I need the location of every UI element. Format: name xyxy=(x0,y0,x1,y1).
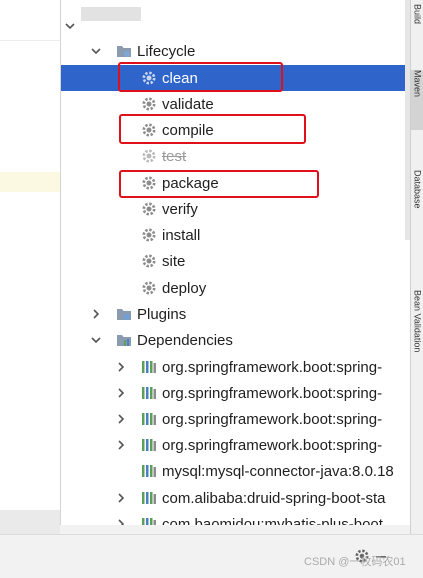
dependency-label: com.alibaba:druid-spring-boot-sta xyxy=(162,489,386,507)
dependency-label: org.springframework.boot:spring- xyxy=(162,358,383,376)
chevron-down-icon[interactable] xyxy=(89,44,103,58)
dependency-row[interactable]: org.springframework.boot:spring- xyxy=(61,432,410,458)
chevron-right-icon[interactable] xyxy=(114,412,128,426)
blurred-project-name xyxy=(81,7,141,21)
chevron-down-icon[interactable] xyxy=(63,19,77,33)
library-icon xyxy=(141,437,157,453)
dependency-row[interactable]: com.alibaba:druid-spring-boot-sta xyxy=(61,485,410,511)
side-tab-maven[interactable]: Maven xyxy=(411,70,423,130)
phase-label: install xyxy=(162,226,201,244)
side-tab-label: Maven xyxy=(412,70,423,98)
gear-icon xyxy=(141,148,157,164)
tree-node-lifecycle[interactable]: Lifecycle xyxy=(61,38,410,64)
side-tab-build[interactable]: Build xyxy=(411,4,423,44)
chevron-right-icon[interactable] xyxy=(114,360,128,374)
chevron-right-icon[interactable] xyxy=(89,307,103,321)
library-icon xyxy=(141,516,157,525)
dependency-label: org.springframework.boot:spring- xyxy=(162,384,383,402)
gutter-footer xyxy=(0,510,60,534)
highlight-box-compile xyxy=(119,114,306,144)
chevron-right-icon[interactable] xyxy=(114,517,128,525)
dependencies-label: Dependencies xyxy=(137,331,233,349)
gear-icon xyxy=(141,227,157,243)
phase-row-verify[interactable]: verify xyxy=(61,196,410,222)
dependency-row[interactable]: mysql:mysql-connector-java:8.0.18 xyxy=(61,458,410,484)
library-icon xyxy=(141,411,157,427)
watermark-text: CSDN @一枚码农01 xyxy=(304,556,406,568)
tree-node-plugins[interactable]: Plugins xyxy=(61,301,410,327)
lifecycle-label: Lifecycle xyxy=(137,42,196,60)
library-icon xyxy=(141,490,157,506)
chevron-down-icon[interactable] xyxy=(89,333,103,347)
maven-project-tree: Lifecycle clean validate compile test pa… xyxy=(61,0,410,525)
plugins-folder-icon xyxy=(116,306,132,322)
library-icon xyxy=(141,463,157,479)
chevron-right-icon[interactable] xyxy=(114,491,128,505)
chevron-right-icon[interactable] xyxy=(114,386,128,400)
side-tab-label: Build xyxy=(412,4,423,25)
side-tab-label: Database xyxy=(412,170,423,209)
side-tab-label: Bean Validation xyxy=(412,290,423,353)
gutter-divider xyxy=(0,40,60,41)
editor-gutter-pane xyxy=(0,0,60,577)
dependencies-folder-icon xyxy=(116,332,132,348)
dependency-row[interactable]: org.springframework.boot:spring- xyxy=(61,354,410,380)
phase-label: site xyxy=(162,252,186,270)
current-line-highlight xyxy=(0,172,60,192)
library-icon xyxy=(141,385,157,401)
dependency-row[interactable]: org.springframework.boot:spring- xyxy=(61,380,410,406)
plugins-label: Plugins xyxy=(137,305,187,323)
chevron-right-icon[interactable] xyxy=(114,438,128,452)
gear-icon xyxy=(141,253,157,269)
phase-row-site[interactable]: site xyxy=(61,248,410,274)
side-tab-database[interactable]: Database xyxy=(411,170,423,240)
dependency-row[interactable]: org.springframework.boot:spring- xyxy=(61,406,410,432)
highlight-box-package xyxy=(119,170,319,198)
gear-icon xyxy=(141,201,157,217)
library-icon xyxy=(141,359,157,375)
side-tab-bean-validation[interactable]: Bean Validation xyxy=(411,290,423,390)
gear-icon xyxy=(141,280,157,296)
dependency-label: org.springframework.boot:spring- xyxy=(162,410,383,428)
phase-row-deploy[interactable]: deploy xyxy=(61,275,410,301)
tree-node-dependencies[interactable]: Dependencies xyxy=(61,327,410,353)
phase-label: deploy xyxy=(162,279,207,297)
dependency-row[interactable]: com.baomidou:mybatis-plus-boot xyxy=(61,511,410,525)
tree-root-row[interactable] xyxy=(61,7,410,39)
phase-label: test xyxy=(162,147,187,165)
highlight-box-clean xyxy=(118,62,283,92)
dependency-label: org.springframework.boot:spring- xyxy=(162,436,383,454)
gear-icon xyxy=(141,96,157,112)
right-tool-strip: Build Maven Database Bean Validation xyxy=(410,0,423,577)
dependency-label: com.baomidou:mybatis-plus-boot xyxy=(162,515,383,526)
phase-row-test[interactable]: test xyxy=(61,143,410,169)
phase-label: validate xyxy=(162,95,214,113)
dependency-label: mysql:mysql-connector-java:8.0.18 xyxy=(162,462,394,480)
phase-label: verify xyxy=(162,200,198,218)
folder-icon xyxy=(116,43,132,59)
phase-row-install[interactable]: install xyxy=(61,222,410,248)
